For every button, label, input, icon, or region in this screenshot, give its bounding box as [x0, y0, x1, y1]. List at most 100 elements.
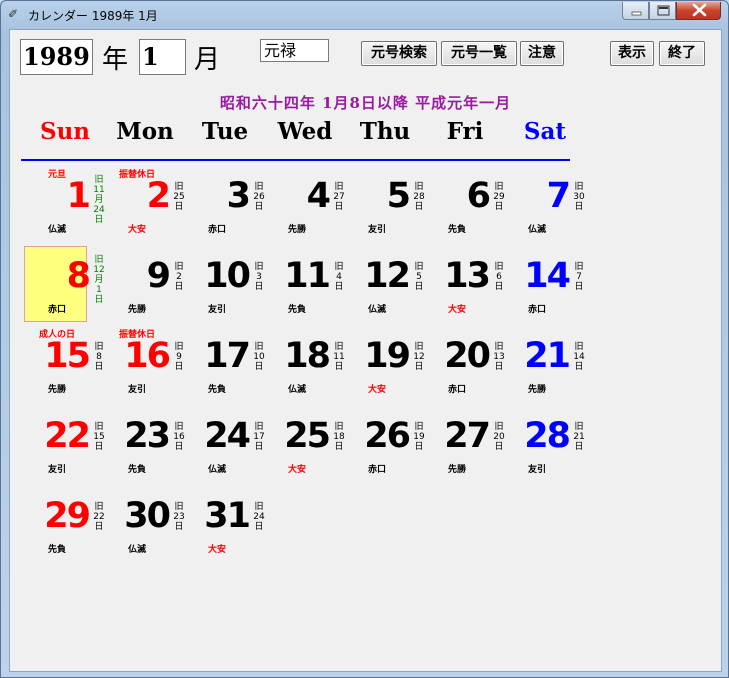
rokuyo-label: 赤口 — [367, 465, 386, 475]
rokuyo-label: 先負 — [207, 385, 226, 395]
day-number: 3 — [226, 176, 251, 216]
day-cell[interactable]: 31 旧 24 日大安 — [185, 487, 265, 567]
era-search-button[interactable]: 元号検索 — [361, 41, 437, 66]
era-list-button[interactable]: 元号一覧 — [441, 41, 517, 66]
lunar-date: 旧 29 日 — [493, 182, 505, 212]
title-bar[interactable]: ✐ カレンダー 1989年 1月 — [1, 1, 728, 29]
close-button[interactable] — [676, 2, 721, 20]
era-input[interactable]: 元禄 — [260, 39, 329, 62]
rokuyo-label: 友引 — [127, 385, 146, 395]
rokuyo-label: 大安 — [287, 465, 306, 475]
day-number: 25 — [284, 416, 331, 456]
show-button[interactable]: 表示 — [610, 41, 654, 66]
day-number: 23 — [124, 416, 171, 456]
day-cell[interactable]: 元旦 1 旧 11 月 24 日仏滅 — [25, 167, 105, 247]
day-number: 11 — [284, 256, 331, 296]
day-cell[interactable]: 成人の日 15 旧 8 日先勝 — [25, 327, 105, 407]
year-input[interactable]: 1989 — [20, 39, 93, 75]
day-cell[interactable]: 21 旧 14 日先勝 — [505, 327, 585, 407]
lunar-date: 旧 26 日 — [253, 182, 265, 212]
rokuyo-label: 仏滅 — [207, 465, 226, 475]
maximize-button[interactable] — [649, 2, 676, 20]
day-cell[interactable]: 7 旧 30 日仏滅 — [505, 167, 585, 247]
day-cell[interactable]: 30 旧 23 日仏滅 — [105, 487, 185, 567]
day-cell[interactable]: 9 旧 2 日先勝 — [105, 247, 185, 327]
day-number: 1 — [66, 176, 91, 216]
lunar-date: 旧 24 日 — [253, 502, 265, 532]
rokuyo-label: 先勝 — [447, 465, 466, 475]
day-number: 20 — [444, 336, 491, 376]
day-number: 10 — [204, 256, 251, 296]
day-cell[interactable]: 振替休日 16 旧 9 日友引 — [105, 327, 185, 407]
lunar-date: 旧 22 日 — [93, 502, 105, 532]
weekday-mon: Mon — [116, 118, 174, 145]
rokuyo-label: 赤口 — [47, 305, 66, 315]
lunar-date: 旧4日 — [334, 262, 344, 292]
day-number: 17 — [204, 336, 251, 376]
day-cell[interactable]: 14 旧 7 日赤口 — [505, 247, 585, 327]
rokuyo-label: 仏滅 — [367, 305, 386, 315]
lunar-date: 旧7日 — [574, 262, 584, 292]
day-cell[interactable]: 5 旧 28 日友引 — [345, 167, 425, 247]
day-number: 28 — [524, 416, 571, 456]
day-cell[interactable]: 29 旧 22 日先負 — [25, 487, 105, 567]
day-cell[interactable]: 17 旧 10 日先負 — [185, 327, 265, 407]
day-number: 29 — [44, 496, 91, 536]
rokuyo-label: 仏滅 — [287, 385, 306, 395]
lunar-date: 旧2日 — [174, 262, 184, 292]
day-number: 13 — [444, 256, 491, 296]
lunar-date: 旧 12 月 1 日 — [93, 255, 105, 305]
weekday-thu: Thu — [359, 118, 411, 145]
day-cell[interactable]: 振替休日 2 旧 25 日大安 — [105, 167, 185, 247]
day-number: 5 — [386, 176, 411, 216]
day-cell[interactable]: 12 旧 5 日仏滅 — [345, 247, 425, 327]
day-cell[interactable]: 8 旧 12 月 1 日赤口 — [25, 247, 105, 327]
lunar-date: 旧 12 日 — [413, 342, 425, 372]
lunar-date: 旧 27 日 — [333, 182, 345, 212]
day-cell[interactable]: 11 旧 4 日先負 — [265, 247, 345, 327]
rokuyo-label: 赤口 — [207, 225, 226, 235]
lunar-date: 旧 14 日 — [573, 342, 585, 372]
day-cell[interactable]: 18 旧 11 日仏滅 — [265, 327, 345, 407]
day-number: 15 — [44, 336, 91, 376]
lunar-date: 旧 16 日 — [173, 422, 185, 452]
day-cell[interactable]: 6 旧 29 日先負 — [425, 167, 505, 247]
rokuyo-label: 先勝 — [127, 305, 146, 315]
rokuyo-label: 先負 — [447, 225, 466, 235]
day-cell[interactable]: 4 旧 27 日先勝 — [265, 167, 345, 247]
weekday-sun: Sun — [39, 118, 91, 145]
day-cell[interactable]: 26 旧 19 日赤口 — [345, 407, 425, 487]
notice-button[interactable]: 注意 — [520, 41, 564, 66]
day-number: 8 — [66, 256, 91, 296]
rokuyo-label: 先負 — [287, 305, 306, 315]
lunar-date: 旧 10 日 — [253, 342, 265, 372]
day-cell[interactable]: 25 旧 18 日大安 — [265, 407, 345, 487]
day-cell[interactable]: 22 旧 15 日友引 — [25, 407, 105, 487]
quit-button[interactable]: 終了 — [659, 41, 705, 66]
rokuyo-label: 仏滅 — [127, 545, 146, 555]
minimize-icon — [631, 11, 642, 16]
day-number: 27 — [444, 416, 491, 456]
day-cell[interactable]: 27 旧 20 日先勝 — [425, 407, 505, 487]
day-cell[interactable]: 28 旧 21 日友引 — [505, 407, 585, 487]
day-cell[interactable]: 13 旧 6 日大安 — [425, 247, 505, 327]
day-cell[interactable]: 24 旧 17 日仏滅 — [185, 407, 265, 487]
day-number: 9 — [146, 256, 171, 296]
rokuyo-label: 仏滅 — [47, 225, 66, 235]
day-number: 19 — [364, 336, 411, 376]
day-cell[interactable]: 19 旧 12 日大安 — [345, 327, 425, 407]
rokuyo-label: 先勝 — [287, 225, 306, 235]
day-cell[interactable]: 3 旧 26 日赤口 — [185, 167, 265, 247]
lunar-date: 旧 11 月 24 日 — [93, 175, 105, 225]
day-cell[interactable]: 10 旧 3 日友引 — [185, 247, 265, 327]
era-change-notice: 昭和六十四年 1月8日以降 平成元年一月 — [219, 94, 512, 112]
day-cell[interactable]: 20 旧 13 日赤口 — [425, 327, 505, 407]
month-input[interactable]: 1 — [139, 39, 186, 75]
minimize-button[interactable] — [622, 2, 649, 20]
day-cell[interactable]: 23 旧 16 日先負 — [105, 407, 185, 487]
year-label: 年 — [102, 45, 129, 75]
lunar-date: 旧 15 日 — [93, 422, 105, 452]
day-number: 26 — [364, 416, 411, 456]
rokuyo-label: 大安 — [127, 225, 146, 235]
rokuyo-label: 友引 — [47, 465, 66, 475]
